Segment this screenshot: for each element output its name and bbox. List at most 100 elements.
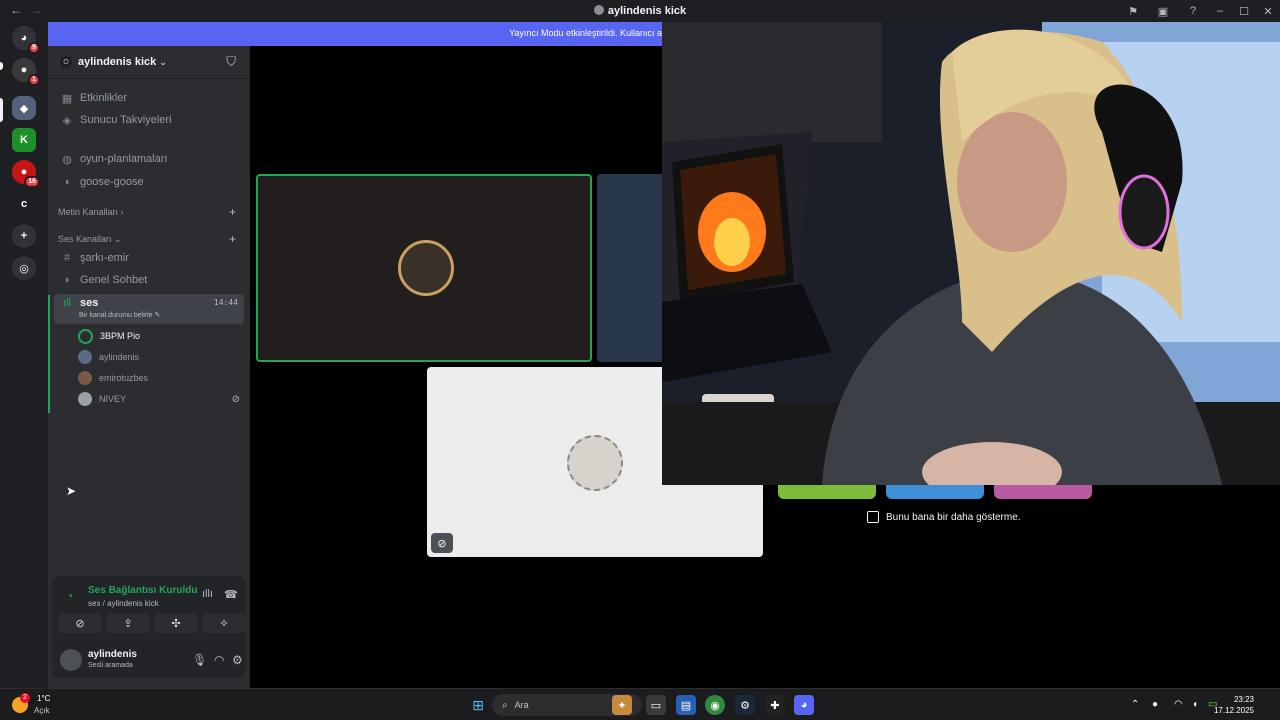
- server-icon-1[interactable]: ● 1: [12, 58, 40, 86]
- video-tile-speaking[interactable]: [256, 174, 592, 362]
- weather-temp: 1°C: [37, 694, 51, 703]
- start-windows-icon[interactable]: ⊞: [468, 695, 488, 715]
- server-icon-c[interactable]: c: [12, 192, 36, 216]
- avatar: [78, 350, 92, 364]
- activities-button[interactable]: ✣: [154, 613, 198, 633]
- category-text-channels[interactable]: Metin Kanalları › +: [58, 205, 242, 219]
- clock-date: 17.12.2025: [1213, 706, 1254, 715]
- notification-badge: 2: [20, 693, 30, 703]
- avatar: [398, 240, 454, 296]
- channel-timer: 14:44: [213, 298, 238, 307]
- tray-volume-icon[interactable]: ◖: [1192, 699, 1198, 710]
- voice-user-name: emirotuzbes: [99, 373, 149, 383]
- channel-oyun-planlamalari[interactable]: ◍ oyun-planlamaları: [54, 149, 244, 169]
- screen-icon[interactable]: ▣: [1148, 0, 1178, 22]
- discover-compass-icon[interactable]: ◎: [12, 256, 36, 280]
- server-icon-red[interactable]: ● 16: [12, 160, 40, 188]
- tray-wifi-icon[interactable]: ◠: [1174, 699, 1183, 710]
- store-icon[interactable]: ▤: [676, 695, 696, 715]
- disconnect-icon[interactable]: ☎: [224, 588, 238, 601]
- header-divider: [48, 78, 250, 79]
- search-highlight-icon[interactable]: ✦: [612, 695, 632, 715]
- avatar: [78, 392, 92, 406]
- user-name[interactable]: aylindenis: [88, 649, 137, 660]
- server-icon-aylindenis[interactable]: ◆: [12, 96, 36, 120]
- channel-status[interactable]: Bir kanal durumu belirle ✎: [79, 311, 160, 319]
- chrome-icon[interactable]: ◉: [705, 695, 725, 715]
- add-member-icon[interactable]: ⛉: [226, 54, 236, 70]
- window-title-text: aylindenis kick: [607, 5, 687, 17]
- activity-thumb[interactable]: [886, 485, 984, 499]
- taskbar-clock[interactable]: 23:23 17.12.2025: [1214, 694, 1254, 716]
- speaker-icon: ◖: [63, 274, 71, 286]
- camera-off-button[interactable]: ⊘: [58, 613, 102, 633]
- voice-user[interactable]: aylindenis: [78, 347, 242, 367]
- voice-location[interactable]: ses / aylindenis kick: [88, 599, 159, 608]
- unread-badge: 16: [24, 176, 40, 188]
- channel-genel-sohbet[interactable]: ◖ Genel Sohbet: [54, 270, 244, 290]
- tray-chevron-icon[interactable]: ⌃: [1131, 699, 1139, 710]
- activity-thumb[interactable]: [994, 485, 1092, 499]
- voice-user[interactable]: emirotuzbes: [78, 368, 242, 388]
- activity-thumbnails: [778, 485, 1092, 499]
- channel-ses-active[interactable]: ıll ses 14:44 Bir kanal durumu belirle ✎: [54, 294, 244, 324]
- voice-status[interactable]: Ses Bağlantısı Kuruldu: [88, 585, 197, 596]
- activity-thumb[interactable]: [778, 485, 876, 499]
- search-icon: ⌕: [502, 699, 508, 711]
- title-bar: ← → aylindenis kick ⚑ ▣ ? – ☐ ✕: [0, 0, 1280, 22]
- noise-suppression-icon[interactable]: ıllı: [202, 588, 213, 600]
- steam-icon[interactable]: ⚙: [735, 695, 755, 715]
- server-rail: ◕ 9 ● 1 ◆ K ● 16 c + ◎: [0, 22, 48, 688]
- signal-icon: ◔: [66, 589, 74, 603]
- help-icon[interactable]: ?: [1178, 0, 1208, 22]
- screen-share-button[interactable]: ⇪: [106, 613, 150, 633]
- dont-show-again[interactable]: Bunu bana bir daha gösterme.: [867, 511, 1021, 523]
- inbox-flag-icon[interactable]: ⚑: [1118, 0, 1148, 22]
- mic-muted-icon: ⊘: [231, 393, 240, 405]
- soundboard-button[interactable]: ✧: [202, 613, 246, 633]
- channel-label: Sunucu Takviyeleri: [80, 114, 172, 126]
- connected-indicator: [48, 295, 50, 413]
- kick-twitch-icon[interactable]: K: [12, 128, 36, 152]
- settings-gear-icon[interactable]: ⚙: [232, 653, 243, 667]
- channel-events[interactable]: ▦ Etkinlikler: [54, 88, 244, 108]
- calendar-icon: ▦: [61, 92, 73, 105]
- channel-boosts[interactable]: ◈ Sunucu Takviyeleri: [54, 110, 244, 130]
- minimize-icon[interactable]: –: [1208, 0, 1232, 22]
- microphone-icon[interactable]: 🎙: [192, 653, 207, 667]
- server-header[interactable]: O aylindenis kick ⌄ ⛉: [48, 46, 250, 78]
- category-voice-channels[interactable]: Ses Kanalları ⌄ +: [58, 232, 242, 246]
- channel-goose-goose[interactable]: ◖ goose-goose: [54, 172, 244, 192]
- avatar[interactable]: [60, 649, 82, 671]
- window-title: aylindenis kick: [0, 5, 1280, 17]
- hash-icon: #: [63, 252, 71, 264]
- discord-home-icon[interactable]: ◕ 9: [12, 26, 40, 54]
- channel-label: ses: [80, 297, 99, 309]
- add-channel-icon[interactable]: +: [229, 232, 236, 246]
- checkbox[interactable]: [867, 511, 879, 523]
- unread-badge: 1: [28, 74, 40, 86]
- tray-mic-icon[interactable]: ●: [1152, 699, 1158, 710]
- streamer-mode-banner: Yayıncı Modu etkinleştirildi. Kullanıcı …: [48, 22, 662, 46]
- user-status: Sesli aramada: [88, 662, 133, 669]
- unread-badge: 9: [28, 42, 40, 54]
- add-server-icon[interactable]: +: [12, 224, 36, 248]
- channel-sarki-emir[interactable]: # şarkı-emir: [54, 248, 244, 268]
- task-view-icon[interactable]: ▭: [646, 695, 666, 715]
- channel-label: oyun-planlamaları: [80, 153, 168, 165]
- server-mini-icon: O: [60, 56, 72, 68]
- maximize-icon[interactable]: ☐: [1232, 0, 1256, 22]
- voice-user[interactable]: 3BPM Pio: [78, 326, 242, 346]
- voice-user-name: NIVEY: [99, 394, 127, 404]
- add-channel-icon[interactable]: +: [229, 205, 236, 219]
- discord-taskbar-icon[interactable]: ◕: [794, 695, 814, 715]
- unread-pill: [0, 62, 3, 70]
- dont-show-label: Bunu bana bir daha gösterme.: [886, 511, 1021, 523]
- close-icon[interactable]: ✕: [1256, 0, 1280, 22]
- clock-time: 23:23: [1233, 695, 1254, 704]
- avatar: [78, 371, 92, 385]
- voice-user[interactable]: NIVEY ⊘: [78, 389, 242, 409]
- channel-sidebar: O aylindenis kick ⌄ ⛉ ▦ Etkinlikler ◈ Su…: [48, 46, 250, 688]
- headphones-icon[interactable]: ◠: [214, 653, 224, 667]
- game-app-icon[interactable]: ✚: [765, 695, 785, 715]
